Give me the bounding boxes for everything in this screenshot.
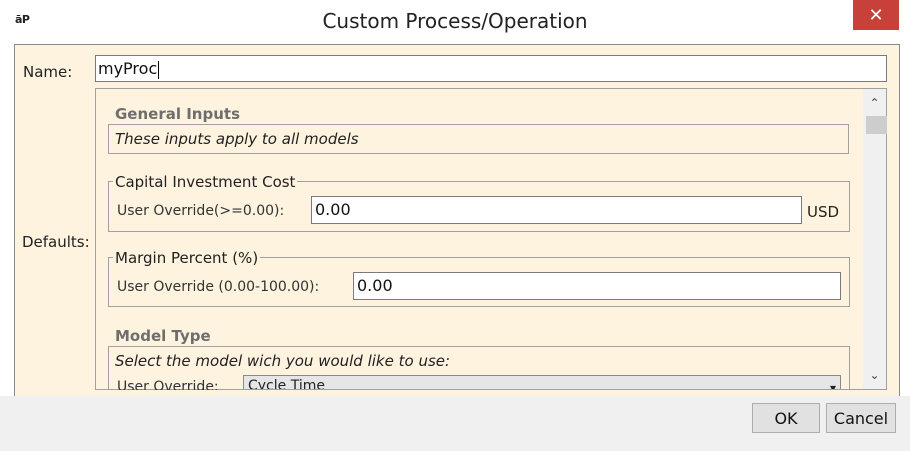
margin-percent-override-label: User Override (0.00-100.00): bbox=[117, 279, 320, 295]
defaults-label: Defaults: bbox=[22, 233, 90, 251]
name-label: Name: bbox=[23, 63, 73, 81]
scroll-up-icon[interactable]: ⌃ bbox=[863, 93, 886, 113]
capital-investment-unit: USD bbox=[807, 203, 840, 221]
model-type-override-label: User Override: bbox=[117, 379, 219, 390]
scroll-thumb[interactable] bbox=[866, 116, 887, 134]
close-button[interactable]: ✕ bbox=[853, 0, 899, 30]
title-bar: āP Custom Process/Operation ✕ bbox=[0, 0, 910, 42]
model-type-select[interactable]: Cycle Time ▾ bbox=[243, 375, 841, 389]
capital-investment-input[interactable]: 0.00 bbox=[311, 196, 802, 224]
general-inputs-title: General Inputs bbox=[115, 105, 240, 123]
ok-button[interactable]: OK bbox=[752, 403, 820, 433]
capital-investment-title: Capital Investment Cost bbox=[113, 173, 298, 191]
margin-percent-input[interactable]: 0.00 bbox=[353, 272, 841, 300]
window-title: Custom Process/Operation bbox=[322, 9, 588, 33]
model-type-note: Select the model wich you would like to … bbox=[115, 352, 451, 370]
scroll-down-icon[interactable]: ⌄ bbox=[863, 365, 886, 385]
general-inputs-note: These inputs apply to all models bbox=[115, 130, 359, 148]
capital-investment-override-label: User Override(>=0.00): bbox=[117, 203, 285, 219]
close-icon: ✕ bbox=[868, 4, 884, 26]
text-caret bbox=[158, 60, 160, 79]
cancel-button[interactable]: Cancel bbox=[826, 403, 896, 433]
vertical-scrollbar[interactable]: ⌃ ⌄ bbox=[863, 89, 887, 389]
name-input[interactable]: myProc bbox=[95, 55, 887, 82]
margin-percent-title: Margin Percent (%) bbox=[113, 249, 261, 267]
model-type-title: Model Type bbox=[115, 327, 211, 345]
name-input-value: myProc bbox=[98, 59, 158, 78]
chevron-down-icon: ▾ bbox=[829, 381, 836, 389]
model-type-selected: Cycle Time bbox=[248, 378, 325, 389]
